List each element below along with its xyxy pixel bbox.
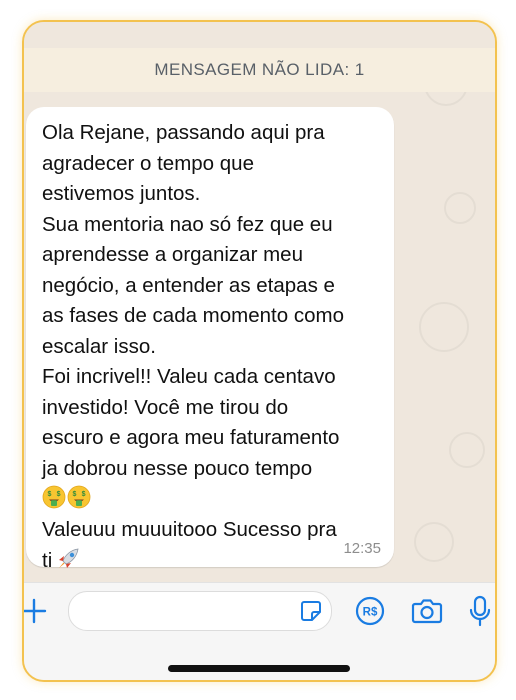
money-mouth-face-icon: $ $	[42, 485, 66, 509]
payment-icon: R$	[355, 596, 385, 626]
home-indicator[interactable]	[168, 665, 350, 672]
message-line: Ola Rejane, passando aqui pra	[42, 121, 325, 144]
wallpaper-doodle	[414, 522, 454, 562]
message-line: Valeuuu muuuitooo Sucesso pra	[42, 517, 337, 541]
message-input-bar: R$	[24, 582, 495, 680]
message-line: estivemos juntos.	[42, 182, 201, 205]
payment-button[interactable]: R$	[354, 595, 386, 627]
message-line: investido! Você me tirou do	[42, 395, 289, 419]
svg-text:$: $	[72, 491, 76, 498]
camera-icon	[411, 599, 443, 624]
message-input[interactable]	[68, 591, 332, 631]
unread-messages-banner: MENSAGEM NÃO LIDA: 1	[24, 48, 495, 92]
message-line: escalar isso.	[42, 334, 156, 358]
camera-button[interactable]	[410, 595, 444, 627]
incoming-message-bubble[interactable]: Ola Rejane, passando aqui pra agradecer …	[26, 107, 394, 572]
message-line: aprendesse a organizar meu	[42, 243, 303, 266]
message-line: ti	[42, 549, 53, 572]
sticker-button[interactable]	[297, 597, 325, 625]
message-text: Ola Rejane, passando aqui pra agradecer …	[42, 118, 387, 577]
chat-screen: MENSAGEM NÃO LIDA: 1 Ola Rejane, passand…	[22, 20, 497, 682]
message-line: escuro e agora meu faturamento	[42, 426, 340, 449]
microphone-button[interactable]	[465, 594, 495, 628]
unread-banner-text: MENSAGEM NÃO LIDA: 1	[154, 60, 365, 79]
message-line: Sua mentoria nao só fez que eu	[42, 212, 333, 236]
rocket-icon	[59, 548, 79, 568]
emoji-line: $ $ $ $	[42, 484, 387, 515]
message-line: Foi incrivel!! Valeu cada centavo	[42, 365, 336, 388]
message-line: negócio, a entender as etapas e	[42, 273, 335, 297]
attach-button[interactable]	[24, 595, 50, 627]
wallpaper-doodle	[419, 302, 469, 352]
wallpaper-doodle	[449, 432, 485, 468]
microphone-icon	[469, 595, 491, 627]
plus-icon	[24, 598, 47, 624]
message-timestamp: 12:35	[343, 540, 381, 557]
message-line: agradecer o tempo que	[42, 151, 254, 175]
sticker-icon	[301, 601, 321, 621]
wallpaper-doodle	[444, 192, 476, 224]
svg-text:$: $	[82, 491, 86, 498]
money-mouth-face-icon: $ $	[67, 485, 91, 509]
payment-currency-label: R$	[363, 607, 378, 619]
last-line: ti	[42, 545, 387, 577]
message-line: as fases de cada momento como	[42, 304, 344, 327]
svg-text:$: $	[57, 491, 61, 498]
message-line: ja dobrou nesse pouco tempo	[42, 456, 313, 480]
svg-text:$: $	[47, 491, 51, 498]
